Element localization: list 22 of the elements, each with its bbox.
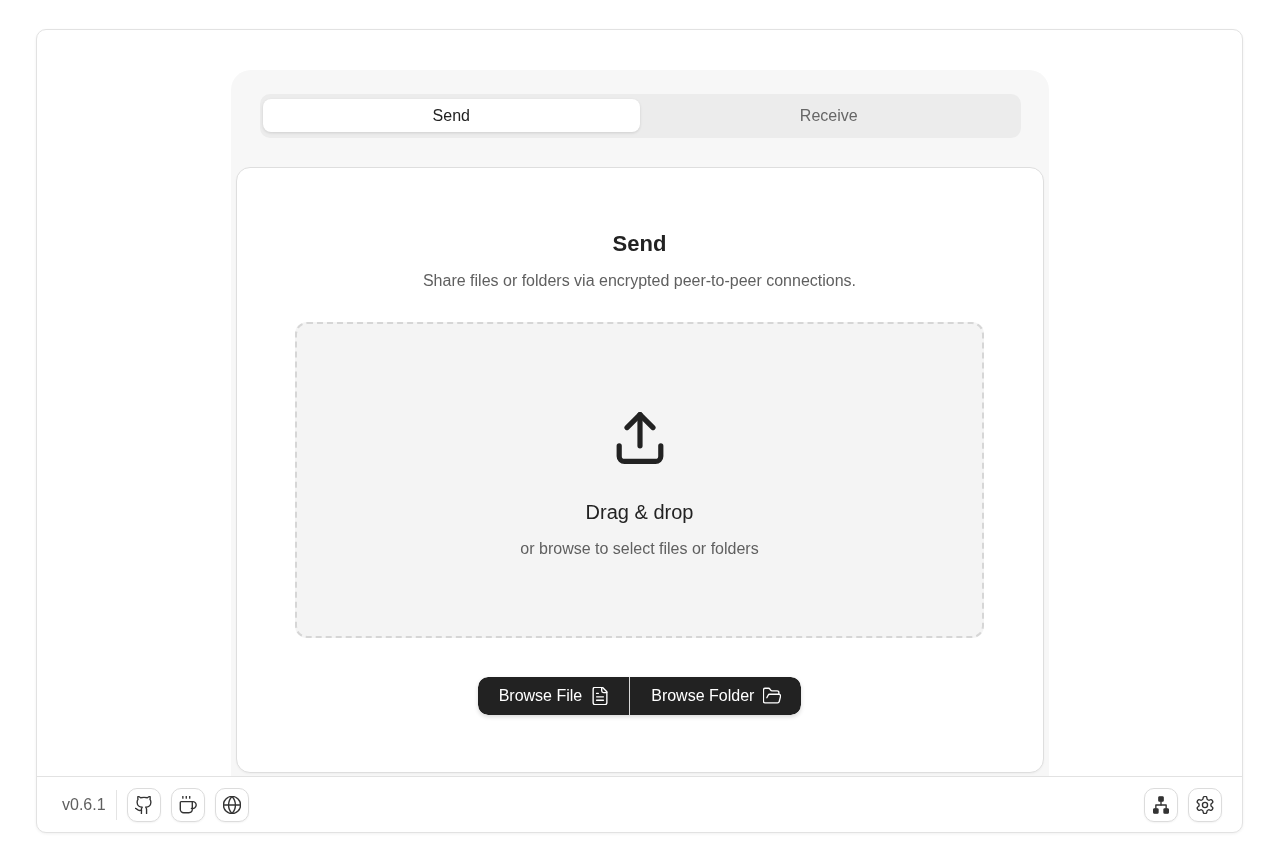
settings-button[interactable] [1188, 787, 1222, 822]
tab[interactable]: Send [262, 99, 640, 132]
drop-zone-title: Drag & drop [585, 500, 694, 525]
website-button[interactable] [214, 787, 249, 822]
coffee-button[interactable] [170, 787, 205, 822]
file-icon [591, 687, 610, 705]
card-subtitle: Share files or folders via encrypted peer-to-peer connections. [422, 271, 857, 291]
coffee-cup-icon [178, 795, 197, 814]
folder-icon [763, 687, 782, 705]
drop-zone-hint: or browse to select files or folders [520, 539, 759, 559]
browse-file-button[interactable]: Browse File [477, 677, 630, 715]
drop-zone[interactable]: Drag & drop or browse to select files or folders [295, 322, 984, 638]
tab[interactable]: Receive [640, 99, 1018, 132]
github-icon [134, 795, 153, 814]
card-title: Send [612, 230, 667, 258]
network-icon [1152, 795, 1170, 814]
version-label: v0.6.1 [62, 794, 106, 815]
settings-icon [1196, 795, 1214, 814]
github-button[interactable] [126, 787, 161, 822]
network-button[interactable] [1144, 787, 1178, 822]
globe-icon [222, 795, 241, 814]
browse-folder-button[interactable]: Browse Folder [629, 677, 802, 715]
